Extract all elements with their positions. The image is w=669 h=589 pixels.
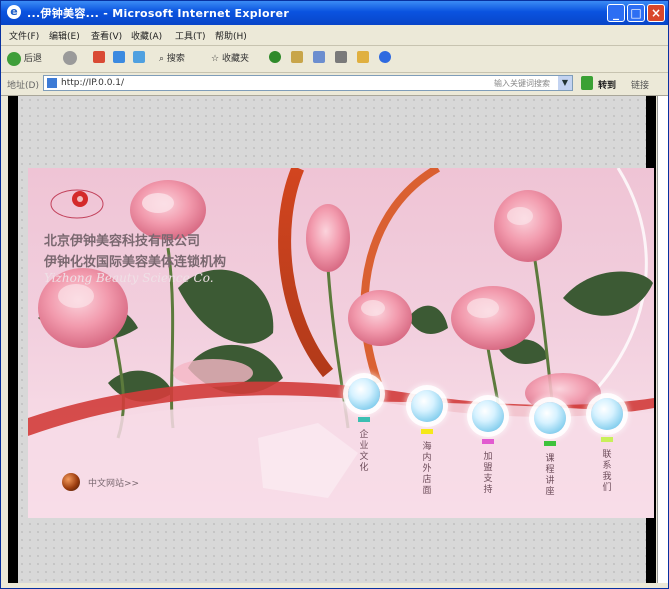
menu-bar: 文件(F) 编辑(E) 查看(V) 收藏(A) 工具(T) 帮助(H) — [1, 25, 668, 66]
close-button[interactable]: × — [647, 4, 665, 22]
nav-label-courses[interactable]: 课程讲座 — [544, 454, 556, 498]
address-label: 地址(D) — [7, 81, 39, 91]
chinese-site-label: 中文网站>> — [88, 479, 140, 489]
address-dropdown-button[interactable]: ▼ — [558, 76, 572, 90]
nav-bubble-contact[interactable] — [591, 398, 623, 430]
page-icon — [47, 78, 57, 88]
address-url: http://IP.0.0.1/ — [61, 78, 125, 88]
window-title: ...伊钟美容... - Microsoft Internet Explorer — [27, 7, 290, 20]
menu-view[interactable]: 查看(V) — [91, 29, 122, 42]
nav-label-stores[interactable]: 海内外店面 — [421, 442, 433, 497]
company-name-english: Yizhong Beauty Science Co. — [44, 271, 214, 285]
company-name-line-2: 伊钟化妆国际美容美体连锁机构 — [44, 255, 227, 270]
messenger-icon — [379, 51, 391, 63]
links-button[interactable]: 链接 — [631, 78, 649, 91]
nav-marker-stores — [421, 429, 433, 434]
media-button[interactable] — [269, 51, 281, 63]
stop-icon — [93, 51, 105, 63]
internet-explorer-icon: e — [7, 5, 21, 19]
home-icon — [133, 51, 145, 63]
stop-button[interactable] — [93, 51, 105, 63]
search-button[interactable]: ⌕ 搜索 — [159, 51, 185, 64]
nav-marker-contact — [601, 437, 613, 442]
print-button[interactable] — [335, 51, 347, 63]
standard-toolbar: 后退 ⌕ 搜索 ☆ 收藏夹 — [1, 46, 668, 73]
browser-window: e ...伊钟美容... - Microsoft Internet Explor… — [0, 0, 669, 589]
menu-help[interactable]: 帮助(H) — [215, 29, 247, 42]
menu-tools[interactable]: 工具(T) — [175, 29, 206, 42]
nav-marker-franchise — [482, 439, 494, 444]
search-hint: 输入关键词搜索 — [494, 79, 550, 88]
nav-label-contact[interactable]: 联系我们 — [601, 450, 613, 494]
back-label: 后退 — [23, 54, 42, 64]
messenger-button[interactable] — [379, 51, 391, 63]
history-icon — [291, 51, 303, 63]
company-name-block: 北京伊钟美容科技有限公司 伊钟化妆国际美容美体连锁机构 Yizhong Beau… — [44, 230, 226, 285]
title-bar[interactable]: e ...伊钟美容... - Microsoft Internet Explor… — [1, 1, 668, 25]
chevron-down-icon: ▼ — [561, 78, 569, 87]
rose-logo-icon — [50, 189, 104, 219]
vertical-scrollbar[interactable] — [657, 96, 668, 583]
mail-icon — [313, 51, 325, 63]
favorites-label: 收藏夹 — [221, 54, 249, 64]
close-icon: × — [650, 6, 662, 20]
forward-arrow-icon — [63, 51, 77, 65]
back-arrow-icon — [7, 51, 21, 66]
refresh-icon — [113, 51, 125, 63]
banner-artwork — [28, 168, 654, 518]
refresh-button[interactable] — [113, 51, 125, 63]
nav-bubble-courses[interactable] — [534, 402, 566, 434]
flash-banner: 北京伊钟美容科技有限公司 伊钟化妆国际美容美体连锁机构 Yizhong Beau… — [28, 168, 654, 518]
edit-button[interactable] — [357, 51, 369, 63]
mail-button[interactable] — [313, 51, 325, 63]
menu-edit[interactable]: 编辑(E) — [49, 29, 80, 42]
go-arrow-icon[interactable] — [581, 76, 593, 90]
page-viewport: 北京伊钟美容科技有限公司 伊钟化妆国际美容美体连锁机构 Yizhong Beau… — [8, 96, 656, 583]
history-button[interactable] — [291, 51, 303, 63]
nav-marker-culture — [358, 417, 370, 422]
home-ball-icon — [62, 473, 80, 491]
company-name-line-1: 北京伊钟美容科技有限公司 — [44, 234, 201, 249]
go-button[interactable]: 转到 — [598, 78, 616, 91]
search-label: 搜索 — [166, 54, 185, 64]
media-icon — [269, 51, 281, 63]
address-bar: 地址(D) http://IP.0.0.1/ 输入关键词搜索 ▼ 转到 链接 — [1, 73, 668, 96]
favorites-button[interactable]: ☆ 收藏夹 — [211, 51, 249, 64]
print-icon — [335, 51, 347, 63]
nav-label-franchise[interactable]: 加盟支持 — [482, 452, 494, 496]
nav-label-culture[interactable]: 企业文化 — [358, 430, 370, 474]
edit-icon — [357, 51, 369, 63]
back-button[interactable]: 后退 — [7, 51, 42, 66]
nav-bubble-culture[interactable] — [348, 378, 380, 410]
menu-favorites[interactable]: 收藏(A) — [131, 29, 162, 42]
address-input[interactable]: http://IP.0.0.1/ 输入关键词搜索 ▼ — [43, 75, 573, 91]
nav-bubble-stores[interactable] — [411, 390, 443, 422]
forward-button[interactable] — [63, 51, 77, 65]
home-button[interactable] — [133, 51, 145, 63]
maximize-icon: □ — [630, 6, 642, 20]
minimize-button[interactable]: _ — [607, 4, 625, 22]
minimize-icon: _ — [613, 6, 619, 20]
page-background: 北京伊钟美容科技有限公司 伊钟化妆国际美容美体连锁机构 Yizhong Beau… — [18, 96, 654, 583]
menu-file[interactable]: 文件(F) — [9, 29, 39, 42]
nav-marker-courses — [544, 441, 556, 446]
nav-bubble-franchise[interactable] — [472, 400, 504, 432]
maximize-button[interactable]: □ — [627, 4, 645, 22]
